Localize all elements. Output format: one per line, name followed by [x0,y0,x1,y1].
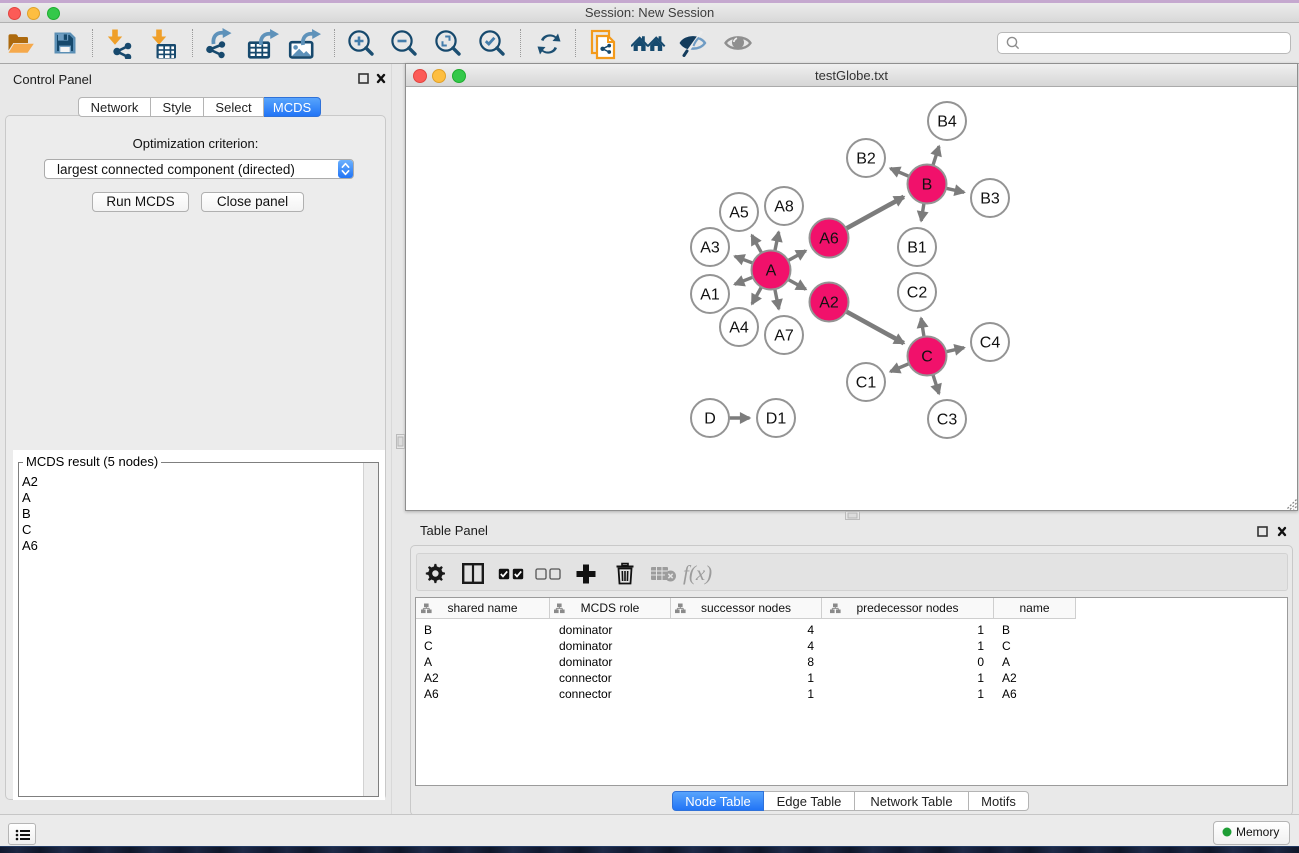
svg-text:A6: A6 [819,231,839,248]
svg-text:D1: D1 [766,411,787,428]
svg-text:A4: A4 [729,320,749,337]
svg-text:B4: B4 [937,114,957,131]
svg-text:C1: C1 [856,375,877,392]
svg-text:A3: A3 [700,240,720,257]
svg-text:D: D [704,411,716,428]
svg-text:C2: C2 [907,285,928,302]
svg-text:A2: A2 [819,295,839,312]
svg-text:B2: B2 [856,151,876,168]
svg-text:A8: A8 [774,199,794,216]
svg-text:C3: C3 [937,412,958,429]
svg-text:A: A [766,263,777,280]
svg-text:A5: A5 [729,205,749,222]
svg-text:B: B [922,177,933,194]
svg-text:B1: B1 [907,240,927,257]
svg-text:A1: A1 [700,287,720,304]
svg-text:A7: A7 [774,328,794,345]
svg-text:C: C [921,349,933,366]
svg-text:B3: B3 [980,191,1000,208]
svg-text:C4: C4 [980,335,1001,352]
